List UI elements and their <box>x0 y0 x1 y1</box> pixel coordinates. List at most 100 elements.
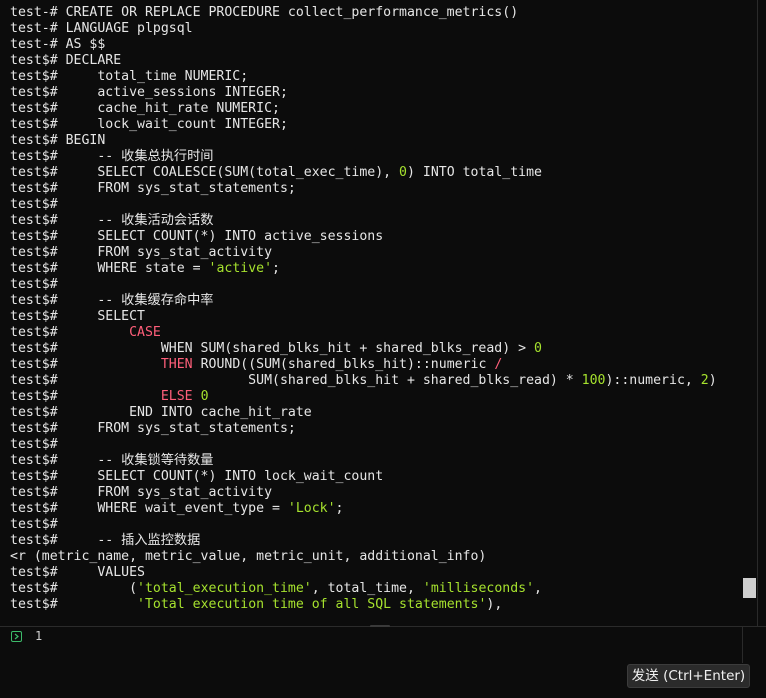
terminal-line-segment: test$# END INTO cache_hit_rate <box>10 405 312 420</box>
terminal-line-segment: test$# VALUES <box>10 565 145 580</box>
terminal-line: test$# FROM sys_stat_statements; <box>10 181 717 197</box>
terminal-line-segment: 0 <box>534 341 542 356</box>
terminal-scrollbar-track[interactable] <box>757 0 758 626</box>
terminal-line: test$# WHERE wait_event_type = 'Lock'; <box>10 501 717 517</box>
chevron-right-icon <box>11 631 22 642</box>
terminal-line: test$# -- 收集活动会话数 <box>10 213 717 229</box>
terminal-line-segment: CASE <box>129 325 161 340</box>
terminal-line-segment: <r (metric_name, metric_value, metric_un… <box>10 549 487 564</box>
terminal-line-segment: test$# <box>10 325 130 340</box>
terminal-line-segment: , total_time, <box>311 581 423 596</box>
terminal-line: test$# SUM(shared_blks_hit + shared_blks… <box>10 373 717 389</box>
terminal-line: test-# CREATE OR REPLACE PROCEDURE colle… <box>10 5 717 21</box>
terminal-line: test$# DECLARE <box>10 53 717 69</box>
terminal-line-segment <box>193 389 201 404</box>
terminal-line: test$# cache_hit_rate NUMERIC; <box>10 101 717 117</box>
terminal-line: test$# SELECT COUNT(*) INTO lock_wait_co… <box>10 469 717 485</box>
terminal-line-segment: ROUND((SUM(shared_blks_hit)::numeric <box>192 357 495 372</box>
terminal-line-segment: test$# <box>10 357 161 372</box>
terminal-line-segment: test$# -- 收集总执行时间 <box>10 149 214 164</box>
terminal-line: test-# LANGUAGE plpgsql <box>10 21 717 37</box>
terminal-line-segment: ELSE <box>160 389 193 404</box>
terminal-line-segment: test$# WHERE wait_event_type = <box>10 501 288 516</box>
terminal-line-segment: test$# SELECT <box>10 309 145 324</box>
terminal-line: test$# WHEN SUM(shared_blks_hit + shared… <box>10 341 717 357</box>
terminal-line: test$# FROM sys_stat_activity <box>10 485 717 501</box>
terminal-line-segment: 'milliseconds' <box>422 581 535 596</box>
terminal-line-segment: test$# FROM sys_stat_statements; <box>10 421 296 436</box>
terminal-line: test$# SELECT COUNT(*) INTO active_sessi… <box>10 229 717 245</box>
terminal-line: test$# BEGIN <box>10 133 717 149</box>
terminal-line: test$# FROM sys_stat_activity <box>10 245 717 261</box>
terminal-line: test$# lock_wait_count INTEGER; <box>10 117 717 133</box>
terminal-line: test$# ('total_execution_time', total_ti… <box>10 581 717 597</box>
terminal-line-segment: ) <box>708 373 717 388</box>
terminal-line: test$# 'Total execution time of all SQL … <box>10 597 717 613</box>
terminal-line-segment: test$# active_sessions INTEGER; <box>10 85 288 100</box>
terminal-line-segment: test$# WHEN SUM(shared_blks_hit + shared… <box>10 341 535 356</box>
terminal-line-segment: test-# <box>10 0 66 4</box>
terminal-line-segment: test$# <box>10 389 161 404</box>
terminal-line-segment: , <box>534 581 542 596</box>
terminal-line-segment: ; <box>335 501 344 516</box>
terminal-line-segment: test$# FROM sys_stat_statements; <box>10 181 296 196</box>
terminal-line: test$# <box>10 517 717 533</box>
terminal-line-segment: test$# BEGIN <box>10 133 106 148</box>
terminal-line-segment: test$# FROM sys_stat_activity <box>10 485 273 500</box>
terminal-line-segment: )::numeric, <box>605 373 701 388</box>
terminal-line-segment: ), <box>486 597 503 612</box>
terminal-lines: test-# test-# CREATE OR REPLACE PROCEDUR… <box>10 0 717 613</box>
terminal-line-segment: test$# -- 收集活动会话数 <box>10 213 214 228</box>
terminal-line: test$# END INTO cache_hit_rate <box>10 405 717 421</box>
terminal-line: test$# -- 收集缓存命中率 <box>10 293 717 309</box>
terminal-line-segment: test$# SELECT COALESCE(SUM(total_exec_ti… <box>10 165 400 180</box>
terminal-line-segment: test$# SELECT COUNT(*) INTO active_sessi… <box>10 229 384 244</box>
terminal-line: test$# ELSE 0 <box>10 389 717 405</box>
input-scrollbar[interactable] <box>742 627 743 663</box>
terminal-line: test$# -- 收集锁等待数量 <box>10 453 717 469</box>
terminal-line-segment: test$# <box>10 437 58 452</box>
terminal-line-segment: test$# -- 收集缓存命中率 <box>10 293 214 308</box>
terminal-line-segment: 0 <box>399 165 407 180</box>
terminal-line: test$# SELECT COALESCE(SUM(total_exec_ti… <box>10 165 717 181</box>
terminal-line: test$# FROM sys_stat_statements; <box>10 421 717 437</box>
terminal-scrollbar-thumb[interactable] <box>743 578 756 598</box>
terminal-line-segment: test$# cache_hit_rate NUMERIC; <box>10 101 280 116</box>
terminal-line-segment: test$# total_time NUMERIC; <box>10 69 249 84</box>
terminal-line-segment: test$# -- 收集锁等待数量 <box>10 453 214 468</box>
terminal-line-segment: ; <box>272 261 280 276</box>
terminal-line-segment: / <box>494 357 503 372</box>
terminal-line-segment: ) INTO total_time <box>407 165 542 180</box>
terminal-line: test-# AS $$ <box>10 37 717 53</box>
terminal-line-segment: test$# ( <box>10 581 138 596</box>
terminal-line-segment: test-# CREATE OR REPLACE PROCEDURE colle… <box>10 5 519 20</box>
terminal-line-segment: test$# DECLARE <box>10 53 122 68</box>
terminal-line-segment: test$# -- 插入监控数据 <box>10 533 201 548</box>
terminal-line: test$# CASE <box>10 325 717 341</box>
input-line-number: 1 <box>35 629 43 643</box>
terminal-line-segment: 'Lock' <box>287 501 336 516</box>
terminal-line: test$# -- 插入监控数据 <box>10 533 717 549</box>
terminal-line: test$# THEN ROUND((SUM(shared_blks_hit):… <box>10 357 717 373</box>
terminal-line: <r (metric_name, metric_value, metric_un… <box>10 549 717 565</box>
send-button[interactable]: 发送 (Ctrl+Enter) <box>627 664 750 688</box>
terminal-line-segment: THEN <box>160 357 193 372</box>
terminal-line-segment: test$# WHERE state = <box>10 261 209 276</box>
terminal-line-segment: test$# <box>10 277 58 292</box>
terminal-line-segment: test$# FROM sys_stat_activity <box>10 245 273 260</box>
terminal-line: test$# VALUES <box>10 565 717 581</box>
terminal-line: test$# <box>10 277 717 293</box>
terminal-line: test$# <box>10 437 717 453</box>
terminal-line: test$# <box>10 197 717 213</box>
terminal-line: test$# total_time NUMERIC; <box>10 69 717 85</box>
terminal-line: test$# WHERE state = 'active'; <box>10 261 717 277</box>
terminal-line-segment: 'total_execution_time' <box>137 581 312 596</box>
terminal-line-segment: test-# LANGUAGE plpgsql <box>10 21 193 36</box>
terminal-line-segment: test$# <box>10 517 58 532</box>
terminal-line-segment: 'Total execution time of all SQL stateme… <box>137 597 487 612</box>
terminal-line-segment: 2 <box>700 373 709 388</box>
terminal-line-segment: 0 <box>200 389 209 404</box>
terminal-line-segment: test-# AS $$ <box>10 37 106 52</box>
terminal-line-segment: test$# SUM(shared_blks_hit + shared_blks… <box>10 373 582 388</box>
terminal-line-segment: test$# <box>10 197 58 212</box>
